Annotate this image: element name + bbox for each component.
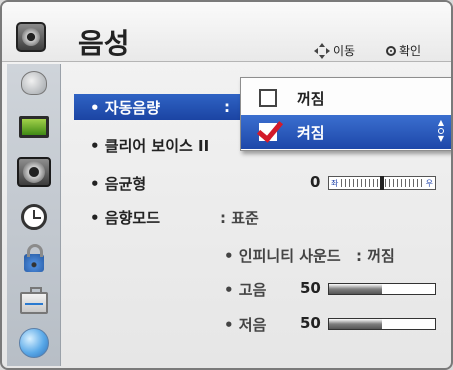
screen-icon bbox=[19, 116, 49, 138]
sound-mode-label: • 음향모드 bbox=[90, 208, 161, 227]
treble-bar-fill bbox=[329, 284, 382, 294]
balance-right-label: 우 bbox=[425, 178, 433, 188]
auto-volume-dropdown: 꺼짐 켜짐 ▲ ▼ bbox=[240, 77, 451, 151]
scroll-indicator-icon: ▲ ▼ bbox=[437, 118, 445, 143]
bass-bar[interactable] bbox=[328, 318, 436, 330]
sound-menu: • 자동음량 : • 클리어 보이스 II : • 음균형 0 좌 우 • 음향… bbox=[62, 64, 451, 368]
auto-volume-colon: : bbox=[224, 98, 230, 116]
treble-value: 50 bbox=[300, 279, 321, 297]
sidebar-item-channel[interactable] bbox=[17, 68, 51, 98]
ok-hint: 확인 bbox=[386, 42, 421, 59]
move-hint-label: 이동 bbox=[333, 44, 356, 58]
sidebar-item-option[interactable] bbox=[17, 286, 51, 316]
balance-label: • 음균형 bbox=[90, 174, 147, 193]
speaker-icon bbox=[23, 161, 45, 183]
dpad-icon bbox=[314, 42, 330, 59]
balance-value: 0 bbox=[310, 173, 321, 191]
treble-label[interactable]: • 고음 bbox=[224, 279, 266, 300]
sidebar-item-picture[interactable] bbox=[17, 112, 51, 142]
balance-slider[interactable]: 좌 우 bbox=[328, 176, 436, 190]
sidebar-item-time[interactable] bbox=[17, 202, 51, 232]
settings-window: 음성 이동 확인 • 자동음량: • 클리어 보이스 II • 음균형 0 좌… bbox=[0, 0, 453, 370]
globe-icon bbox=[19, 328, 49, 358]
option-on[interactable]: 켜짐 ▲ ▼ bbox=[241, 115, 451, 149]
bass-label[interactable]: • 저음 bbox=[224, 314, 266, 335]
checkmark-icon bbox=[256, 115, 284, 143]
page-title: 음성 bbox=[78, 27, 130, 60]
treble-bar[interactable] bbox=[328, 283, 436, 295]
option-on-label: 켜짐 bbox=[297, 123, 325, 142]
balance-knob[interactable] bbox=[380, 176, 384, 190]
clock-icon bbox=[21, 204, 47, 230]
option-off-label: 꺼짐 bbox=[297, 89, 325, 108]
balance-left-label: 좌 bbox=[331, 178, 339, 188]
menu-item-clear-voice[interactable]: • 클리어 보이스 II : bbox=[74, 132, 246, 158]
toolbox-icon bbox=[20, 287, 48, 314]
sidebar-item-network[interactable] bbox=[17, 328, 51, 358]
checkbox-on[interactable] bbox=[256, 115, 284, 143]
bass-value: 50 bbox=[300, 314, 321, 332]
ok-hint-label: 확인 bbox=[399, 44, 422, 58]
infinite-sound-value: : 꺼짐 bbox=[356, 247, 395, 265]
auto-volume-label: • 자동음량 bbox=[90, 98, 161, 117]
menu-item-sound-mode[interactable]: • 음향모드 bbox=[74, 204, 160, 230]
bass-bar-fill bbox=[329, 319, 382, 329]
infinite-sound-label[interactable]: • 인피니티 사운드 bbox=[224, 245, 341, 266]
option-off[interactable]: 꺼짐 bbox=[241, 81, 451, 115]
clear-voice-label: • 클리어 보이스 II bbox=[90, 136, 210, 155]
lock-icon bbox=[24, 244, 44, 272]
sidebar bbox=[7, 64, 61, 366]
menu-item-balance[interactable]: • 음균형 bbox=[74, 170, 146, 196]
ok-button-icon bbox=[386, 45, 396, 56]
speaker-icon bbox=[16, 22, 46, 52]
menu-item-auto-volume[interactable]: • 자동음량 : bbox=[74, 94, 246, 120]
satellite-dish-icon bbox=[21, 71, 47, 95]
move-hint: 이동 bbox=[314, 42, 355, 59]
sidebar-item-lock[interactable] bbox=[17, 244, 51, 274]
checkbox-off[interactable] bbox=[259, 89, 277, 107]
sound-mode-value: : 표준 bbox=[220, 209, 259, 227]
header: 음성 이동 확인 bbox=[2, 2, 451, 62]
sidebar-item-sound[interactable] bbox=[17, 157, 51, 187]
